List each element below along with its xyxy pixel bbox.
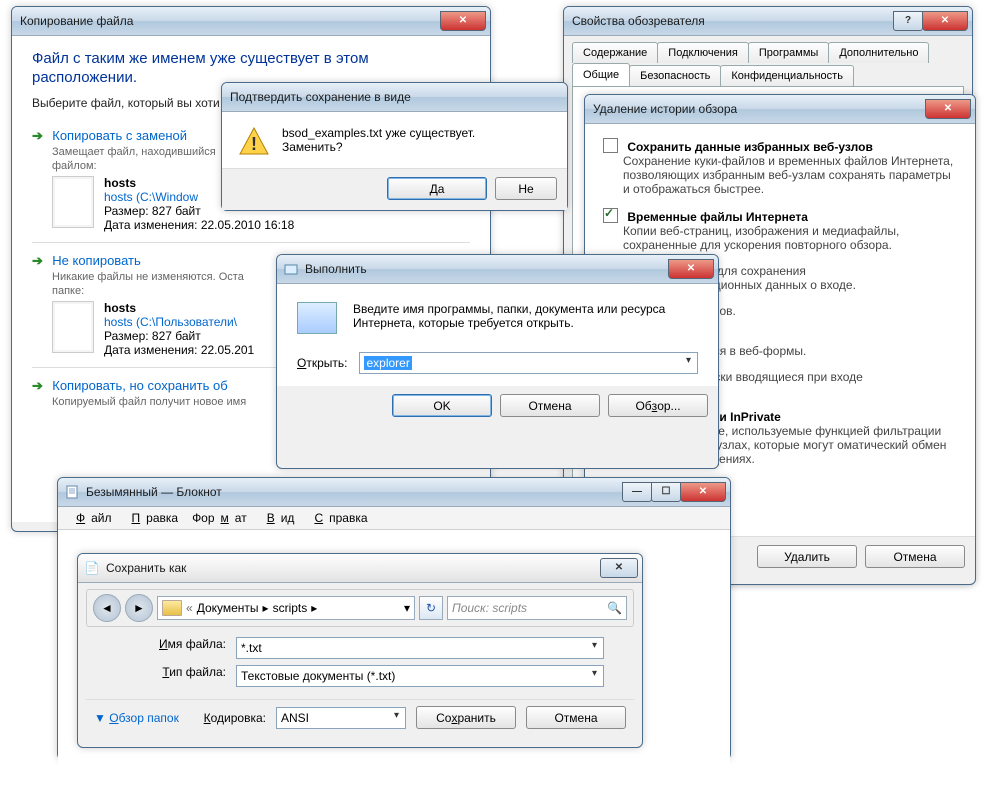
filetype-combo[interactable]: Текстовые документы (*.txt) bbox=[236, 665, 604, 687]
no-button[interactable]: Не bbox=[495, 177, 557, 200]
checkbox[interactable] bbox=[603, 208, 618, 223]
close-button[interactable]: ✕ bbox=[925, 99, 971, 119]
titlebar[interactable]: Безымянный — Блокнот — ☐ ✕ bbox=[58, 478, 730, 507]
run-titlebar-icon bbox=[283, 261, 299, 277]
tab-strip: Содержание Подключения Программы Дополни… bbox=[564, 36, 972, 86]
checkbox[interactable] bbox=[603, 138, 618, 153]
option-title: Не копировать bbox=[52, 253, 141, 268]
search-icon: 🔍 bbox=[607, 601, 622, 615]
titlebar[interactable]: 📄 Сохранить как ✕ bbox=[78, 554, 642, 583]
tab-connections[interactable]: Подключения bbox=[657, 42, 749, 63]
confirm-save-dialog: Подтвердить сохранение в виде ! bsod_exa… bbox=[221, 82, 568, 211]
file-icon bbox=[52, 176, 94, 228]
help-button[interactable]: ? bbox=[893, 11, 923, 31]
close-button[interactable]: ✕ bbox=[440, 11, 486, 31]
titlebar[interactable]: Копирование файла ✕ bbox=[12, 7, 490, 36]
svg-text:!: ! bbox=[251, 134, 257, 154]
title: Свойства обозревателя bbox=[570, 14, 893, 28]
title: Подтвердить сохранение в виде bbox=[228, 90, 563, 104]
tab-programs[interactable]: Программы bbox=[748, 42, 829, 63]
menu-edit[interactable]: Правка bbox=[120, 509, 185, 527]
file-icon bbox=[52, 301, 94, 353]
close-button[interactable]: ✕ bbox=[922, 11, 968, 31]
cancel-button[interactable]: Отмена bbox=[500, 394, 600, 417]
warning-icon: ! bbox=[238, 126, 270, 158]
run-hint: Введите имя программы, папки, документа … bbox=[353, 302, 698, 330]
browse-folders-link[interactable]: ▼ Обзор папок bbox=[94, 711, 179, 725]
browse-button[interactable]: Обзор... bbox=[608, 394, 708, 417]
filetype-label: Тип файла: bbox=[116, 665, 226, 687]
opt-temp-files[interactable]: Временные файлы Интернета Копии веб-стра… bbox=[603, 208, 957, 252]
search-box[interactable]: Поиск: scripts 🔍 bbox=[447, 596, 627, 620]
title: Удаление истории обзора bbox=[591, 102, 925, 116]
minimize-button[interactable]: — bbox=[622, 482, 652, 502]
refresh-button[interactable]: ↻ bbox=[419, 596, 443, 620]
maximize-button[interactable]: ☐ bbox=[651, 482, 681, 502]
encoding-combo[interactable]: ANSI bbox=[276, 707, 406, 729]
tab-advanced[interactable]: Дополнительно bbox=[828, 42, 929, 63]
close-button[interactable]: ✕ bbox=[668, 259, 714, 279]
titlebar[interactable]: Подтвердить сохранение в виде bbox=[222, 83, 567, 112]
nav-bar: ◄ ► « Документы▸ scripts▸ ▾ ↻ Поиск: scr… bbox=[86, 589, 634, 627]
back-button[interactable]: ◄ bbox=[93, 594, 121, 622]
msg-line: bsod_examples.txt уже существует. bbox=[282, 126, 475, 140]
file-path-link[interactable]: hosts (C:\Пользователи\ bbox=[104, 315, 254, 329]
open-label: Открыть: bbox=[297, 356, 347, 370]
yes-button[interactable]: Да bbox=[387, 177, 487, 200]
open-value: explorer bbox=[364, 356, 411, 370]
title: Безымянный — Блокнот bbox=[84, 485, 622, 499]
titlebar[interactable]: Свойства обозревателя ? ✕ bbox=[564, 7, 972, 36]
folder-icon bbox=[162, 600, 182, 616]
delete-button[interactable]: Удалить bbox=[757, 545, 857, 568]
menu-file[interactable]: Файл bbox=[64, 509, 118, 527]
opt-preserve-favorites[interactable]: Сохранить данные избранных веб-узлов Сох… bbox=[603, 138, 957, 196]
menubar: Файл Правка Формат Вид Справка bbox=[58, 507, 730, 530]
tab-security[interactable]: Безопасность bbox=[629, 65, 721, 86]
save-button[interactable]: Сохранить bbox=[416, 706, 516, 729]
ok-button[interactable]: OK bbox=[392, 394, 492, 417]
tab-general[interactable]: Общие bbox=[572, 63, 630, 86]
arrow-right-icon: ➔ bbox=[32, 253, 43, 268]
titlebar[interactable]: Удаление истории обзора ✕ bbox=[585, 95, 975, 124]
close-button[interactable]: ✕ bbox=[680, 482, 726, 502]
tab-privacy[interactable]: Конфиденциальность bbox=[720, 65, 854, 86]
run-dialog: Выполнить ✕ Введите имя программы, папки… bbox=[276, 254, 719, 469]
cancel-button[interactable]: Отмена bbox=[526, 706, 626, 729]
option-title: Копировать с заменой bbox=[52, 128, 187, 143]
title: Выполнить bbox=[303, 262, 668, 276]
close-button[interactable]: ✕ bbox=[600, 558, 638, 578]
menu-format[interactable]: Формат bbox=[186, 509, 253, 527]
tab-content-tab[interactable]: Содержание bbox=[572, 42, 658, 63]
arrow-right-icon: ➔ bbox=[32, 128, 43, 143]
open-combobox[interactable]: explorer bbox=[359, 352, 698, 374]
menu-view[interactable]: Вид bbox=[255, 509, 301, 527]
title: Сохранить как bbox=[104, 561, 600, 575]
cancel-button[interactable]: Отмена bbox=[865, 545, 965, 568]
title: Копирование файла bbox=[18, 14, 440, 28]
run-icon bbox=[297, 302, 337, 334]
filename-label: Имя файла: bbox=[116, 637, 226, 659]
notepad-icon bbox=[64, 484, 80, 500]
encoding-label: Кодировка: bbox=[204, 711, 266, 725]
breadcrumb[interactable]: « Документы▸ scripts▸ ▾ bbox=[157, 596, 415, 620]
forward-button[interactable]: ► bbox=[125, 594, 153, 622]
save-icon: 📄 bbox=[84, 560, 100, 576]
filename-input[interactable]: *.txt bbox=[236, 637, 604, 659]
msg-line: Заменить? bbox=[282, 140, 475, 154]
arrow-right-icon: ➔ bbox=[32, 378, 43, 393]
menu-help[interactable]: Справка bbox=[302, 509, 373, 527]
titlebar[interactable]: Выполнить ✕ bbox=[277, 255, 718, 284]
save-as-dialog: 📄 Сохранить как ✕ ◄ ► « Документы▸ scrip… bbox=[77, 553, 643, 748]
option-title: Копировать, но сохранить об bbox=[52, 378, 227, 393]
